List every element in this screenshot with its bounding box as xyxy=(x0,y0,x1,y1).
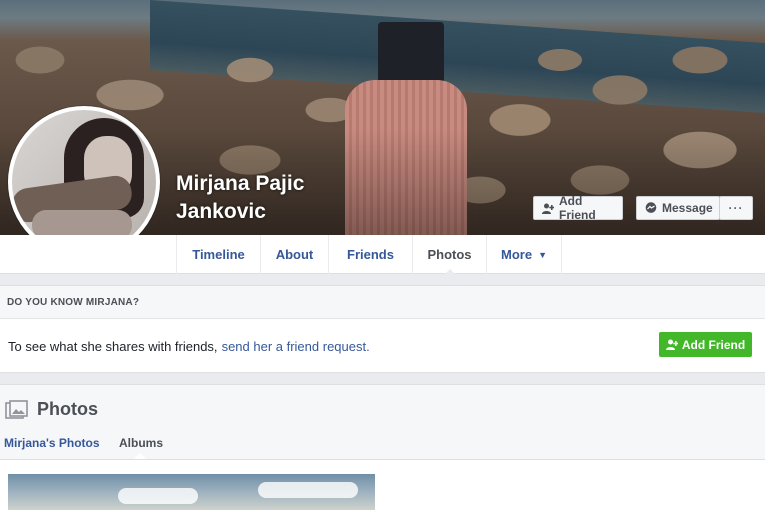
album-thumbnail[interactable] xyxy=(8,474,375,510)
tab-more-label: More xyxy=(501,247,533,262)
do-you-know-panel: DO YOU KNOW MIRJANA? To see what she sha… xyxy=(0,285,765,373)
more-options-button[interactable]: ··· xyxy=(719,196,753,220)
friend-request-link[interactable]: send her a friend request. xyxy=(222,339,370,354)
tab-albums[interactable]: Albums xyxy=(113,434,163,459)
caret-down-icon: ▼ xyxy=(538,249,547,260)
thumb-cloud xyxy=(258,482,358,498)
message-label: Message xyxy=(662,201,713,215)
add-friend-green-label: Add Friend xyxy=(681,337,746,352)
photos-title: Photos xyxy=(37,399,98,419)
thumb-cloud xyxy=(118,488,198,504)
add-friend-label: Add Friend xyxy=(559,194,596,222)
do-you-know-body: To see what she shares with friends, sen… xyxy=(0,319,765,373)
messenger-icon xyxy=(645,202,657,214)
add-friend-white-icon xyxy=(665,339,678,350)
tab-more[interactable]: More ▼ xyxy=(486,235,562,274)
do-you-know-text: To see what she shares with friends, xyxy=(8,338,218,354)
photos-subtabs: Mirjana's Photos Albums xyxy=(0,434,765,460)
profile-name[interactable]: Mirjana Pajic Jankovic xyxy=(176,170,346,226)
photos-panel: Photos Mirjana's Photos Albums xyxy=(0,384,765,510)
photos-header: Photos xyxy=(0,385,765,434)
message-button[interactable]: Message xyxy=(636,196,720,220)
tab-timeline[interactable]: Timeline xyxy=(176,235,260,274)
tab-friends[interactable]: Friends xyxy=(328,235,412,274)
tab-users-photos[interactable]: Mirjana's Photos xyxy=(0,434,113,450)
add-friend-green-button[interactable]: Add Friend xyxy=(659,332,752,357)
more-dots-icon: ··· xyxy=(728,201,744,215)
tab-photos[interactable]: Photos xyxy=(412,235,486,275)
photos-icon xyxy=(5,399,29,420)
add-friend-button[interactable]: Add Friend xyxy=(533,194,623,222)
add-friend-icon xyxy=(542,203,554,214)
tab-about[interactable]: About xyxy=(260,235,328,274)
do-you-know-heading: DO YOU KNOW MIRJANA? xyxy=(0,286,765,319)
profile-tab-bar: Timeline About Friends Photos More ▼ xyxy=(0,235,765,275)
